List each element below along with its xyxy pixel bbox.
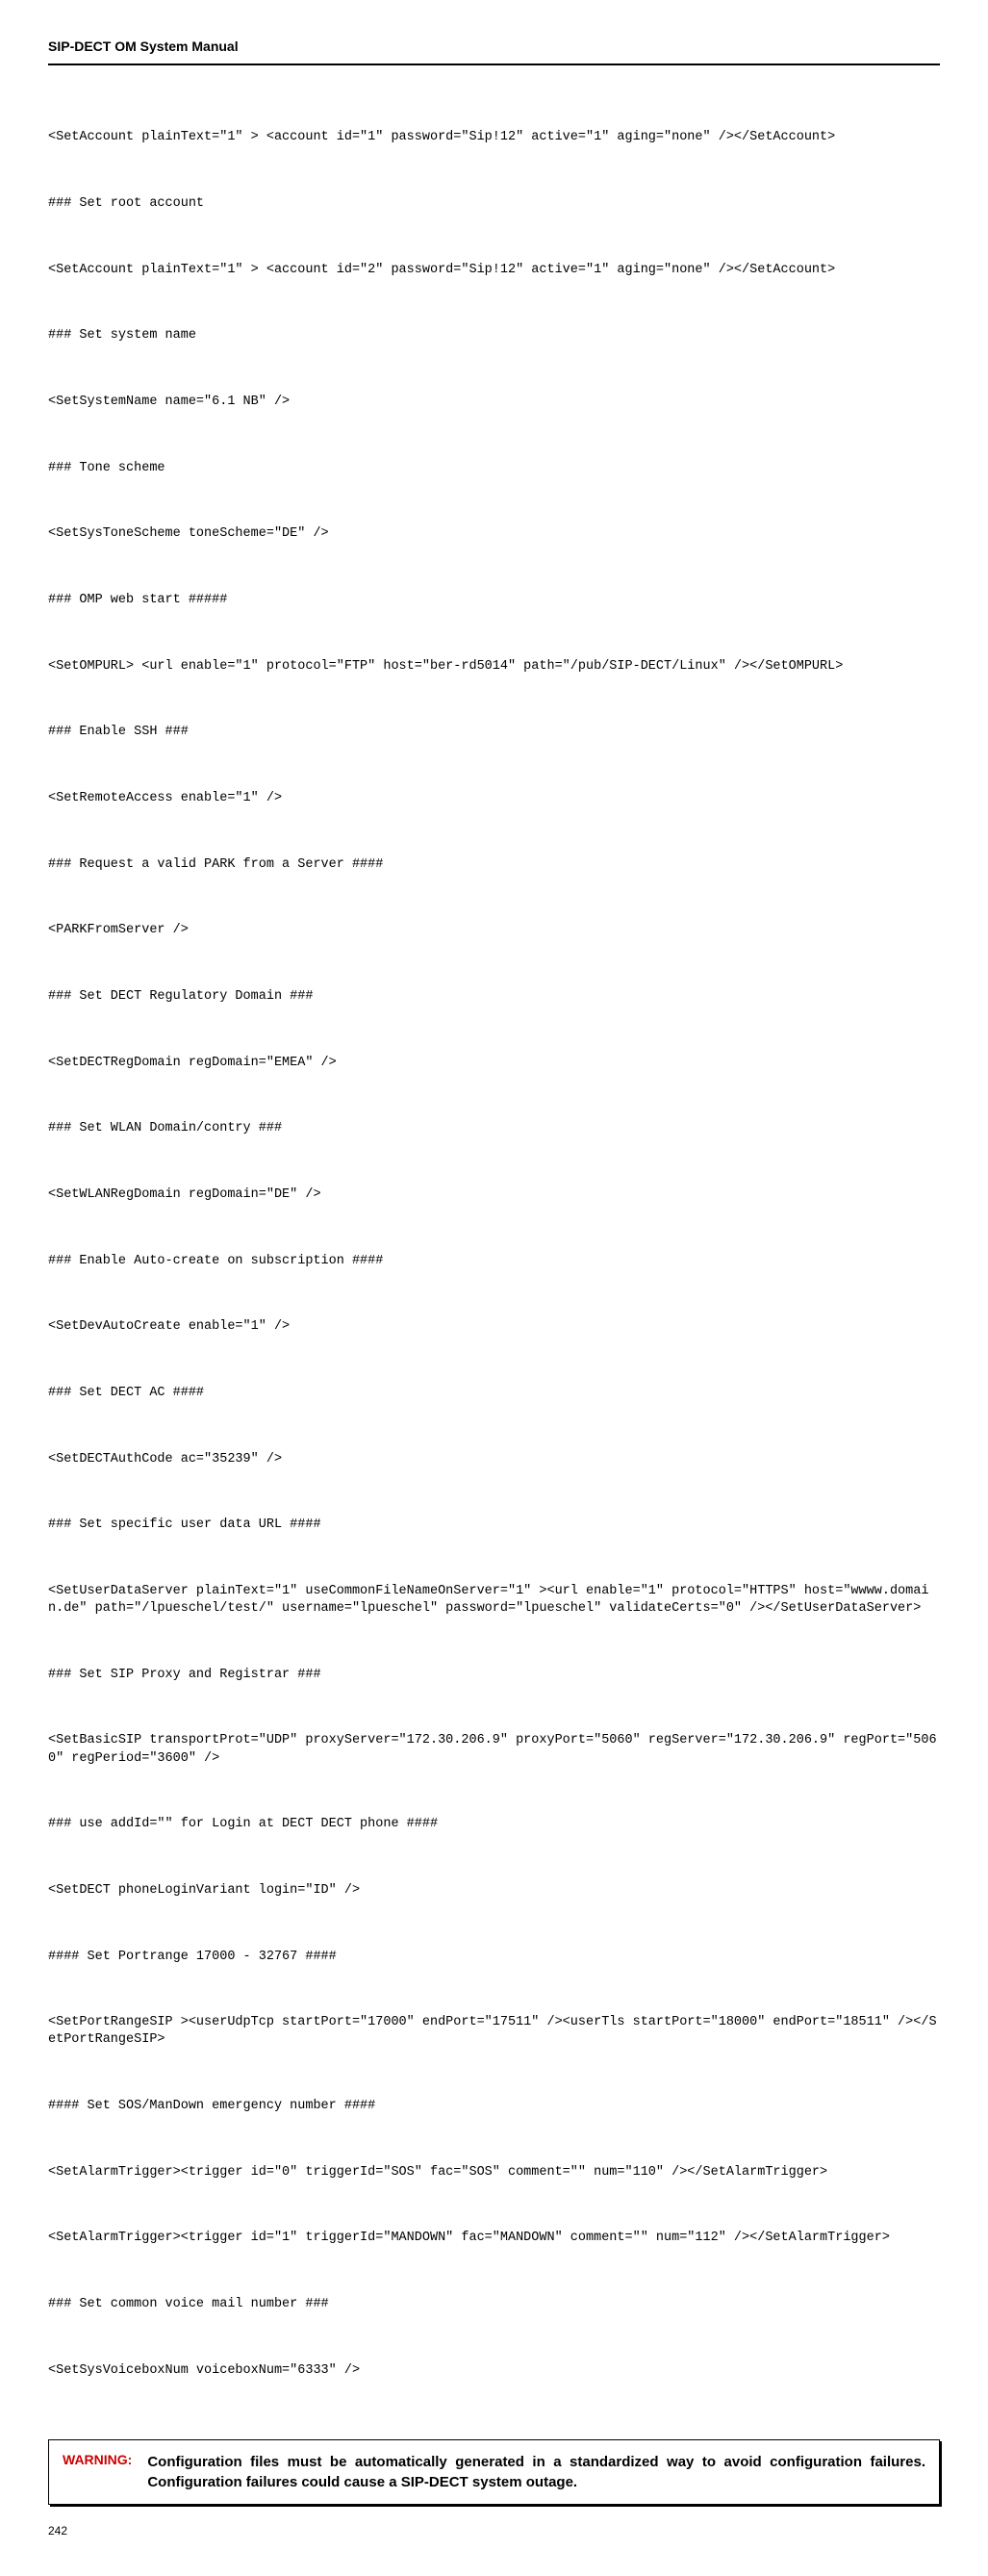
warning-box: WARNING: Configuration files must be aut… xyxy=(48,2439,940,2505)
code-line: <SetAccount plainText="1" > <account id=… xyxy=(48,262,940,279)
code-line: ### Set specific user data URL #### xyxy=(48,1517,940,1534)
code-line: <SetWLANRegDomain regDomain="DE" /> xyxy=(48,1186,940,1204)
code-line: ### Request a valid PARK from a Server #… xyxy=(48,856,940,874)
code-line: <SetRemoteAccess enable="1" /> xyxy=(48,790,940,807)
code-line: <SetAlarmTrigger><trigger id="1" trigger… xyxy=(48,2230,940,2247)
code-line: ### Set WLAN Domain/contry ### xyxy=(48,1120,940,1137)
code-line: <SetUserDataServer plainText="1" useComm… xyxy=(48,1583,940,1618)
warning-text: Configuration files must be automaticall… xyxy=(147,2452,925,2492)
code-line: ### Set common voice mail number ### xyxy=(48,2296,940,2313)
code-line: ### Set root account xyxy=(48,195,940,213)
code-line: <SetSysVoiceboxNum voiceboxNum="6333" /> xyxy=(48,2362,940,2380)
code-line: <SetSysToneScheme toneScheme="DE" /> xyxy=(48,525,940,543)
code-line: <PARKFromServer /> xyxy=(48,922,940,939)
warning-label: WARNING: xyxy=(63,2452,132,2467)
code-line: ### use addId="" for Login at DECT DECT … xyxy=(48,1816,940,1833)
configuration-code-block: <SetAccount plainText="1" > <account id=… xyxy=(48,94,940,2410)
code-line: #### Set Portrange 17000 - 32767 #### xyxy=(48,1949,940,1966)
code-line: <SetDevAutoCreate enable="1" /> xyxy=(48,1318,940,1336)
manual-title: SIP-DECT OM System Manual xyxy=(48,38,239,54)
code-line: ### Set DECT Regulatory Domain ### xyxy=(48,988,940,1006)
code-line: ### Enable SSH ### xyxy=(48,724,940,741)
code-line: <SetPortRangeSIP ><userUdpTcp startPort=… xyxy=(48,2014,940,2049)
page-number: 242 xyxy=(48,2524,940,2538)
code-line: <SetDECTRegDomain regDomain="EMEA" /> xyxy=(48,1055,940,1072)
code-line: <SetSystemName name="6.1 NB" /> xyxy=(48,394,940,411)
code-line: <SetAlarmTrigger><trigger id="0" trigger… xyxy=(48,2164,940,2181)
page-header: SIP-DECT OM System Manual xyxy=(48,38,940,65)
code-line: <SetDECT phoneLoginVariant login="ID" /> xyxy=(48,1882,940,1900)
code-line: ### Set system name xyxy=(48,327,940,344)
code-line: ### Set SIP Proxy and Registrar ### xyxy=(48,1667,940,1684)
code-line: ### OMP web start ##### xyxy=(48,592,940,609)
code-line: ### Enable Auto-create on subscription #… xyxy=(48,1253,940,1270)
code-line: <SetOMPURL> <url enable="1" protocol="FT… xyxy=(48,658,940,676)
code-line: <SetDECTAuthCode ac="35239" /> xyxy=(48,1451,940,1468)
code-line: <SetAccount plainText="1" > <account id=… xyxy=(48,129,940,146)
code-line: ### Tone scheme xyxy=(48,460,940,477)
code-line: #### Set SOS/ManDown emergency number ##… xyxy=(48,2098,940,2115)
code-line: <SetBasicSIP transportProt="UDP" proxySe… xyxy=(48,1732,940,1767)
code-line: ### Set DECT AC #### xyxy=(48,1385,940,1402)
